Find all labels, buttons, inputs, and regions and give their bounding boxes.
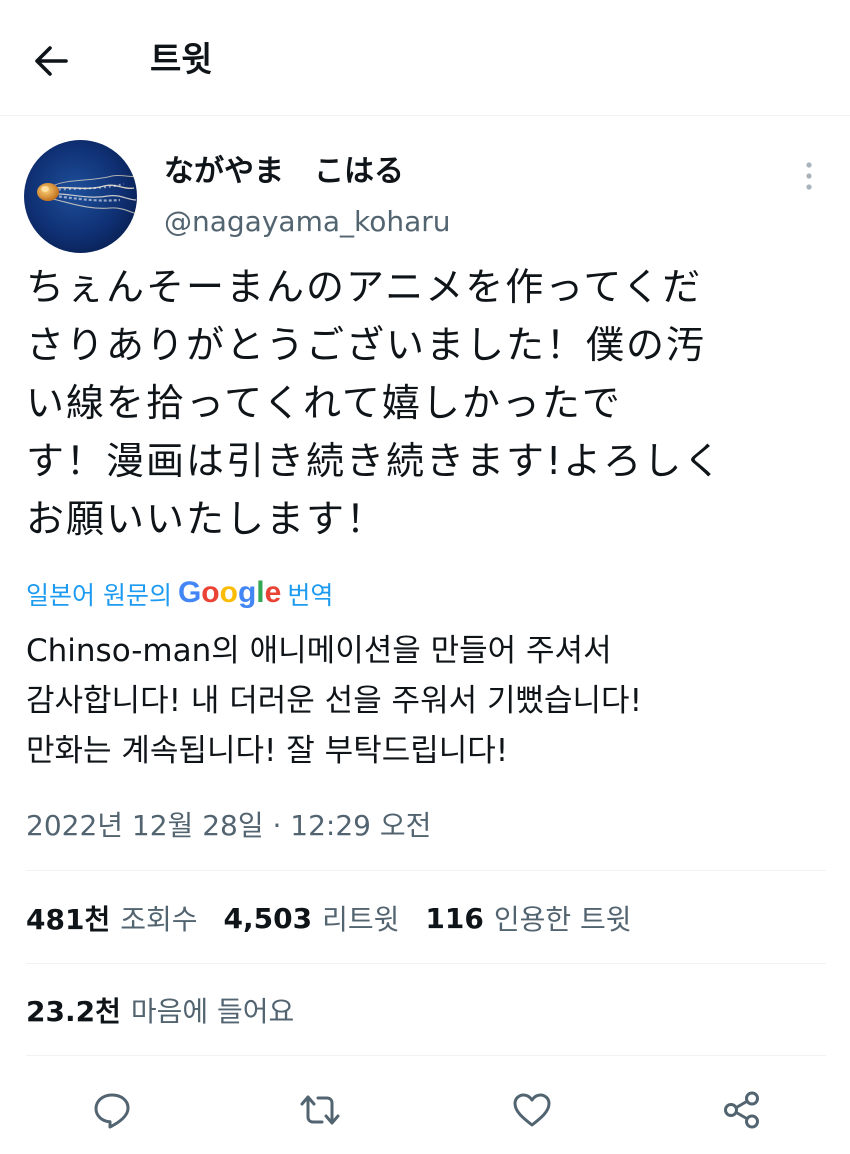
likes-stats: 23.2천 마음에 들어요 — [26, 988, 320, 1032]
engagement-stats: 481천 조회수 4,503 리트윗 116 인용한 트윗 — [26, 896, 658, 940]
translate-suffix: 번역 — [287, 581, 334, 610]
jellyfish-avatar-icon — [24, 140, 137, 253]
retweet-icon — [300, 1095, 340, 1125]
more-options-button[interactable] — [794, 156, 824, 196]
likes-count: 23.2천 — [26, 995, 121, 1028]
likes-label: 마음에 들어요 — [130, 995, 295, 1028]
like-icon — [513, 1093, 551, 1127]
divider — [26, 963, 826, 964]
views-count: 481천 — [26, 903, 111, 936]
google-logo-letter: o — [219, 576, 238, 609]
top-bar: 트윗 — [0, 0, 850, 116]
display-name[interactable]: ながやま こはる — [164, 152, 404, 192]
tweet-line: ちぇんそーまんのアニメを作ってくだ — [26, 265, 703, 309]
translated-line: 감사합니다! 내 더러운 선을 주워서 기뻤습니다! — [26, 683, 643, 719]
tweet-action-bar — [0, 1080, 850, 1140]
like-button[interactable] — [508, 1086, 556, 1134]
translated-line: 만화는 계속됩니다! 잘 부탁드립니다! — [26, 733, 509, 769]
translation-attribution[interactable]: 일본어 원문의 Google 번역 — [26, 574, 333, 614]
back-button[interactable] — [30, 40, 86, 82]
retweets-label: 리트윗 — [322, 903, 400, 936]
retweets-stat[interactable]: 4,503 리트윗 — [224, 898, 400, 938]
retweets-count: 4,503 — [223, 901, 313, 935]
views-stat[interactable]: 481천 조회수 — [26, 898, 198, 938]
views-label: 조회수 — [120, 903, 198, 936]
quotes-count: 116 — [425, 901, 484, 935]
tweet-text: ちぇんそーまんのアニメを作ってくだ さりありがとうございました！僕の汚 い線を拾って… — [26, 258, 816, 548]
reply-button[interactable] — [88, 1086, 136, 1134]
more-vertical-icon — [806, 162, 812, 190]
google-logo-letter: e — [264, 576, 282, 609]
translated-line: Chinso-man의 애니메이션을 만들어 주셔서 — [26, 633, 612, 669]
google-logo-letter: l — [256, 576, 265, 609]
reply-icon — [94, 1093, 130, 1129]
quotes-stat[interactable]: 116 인용한 트윗 — [425, 898, 631, 938]
google-logo-letter: g — [237, 576, 257, 609]
page-title: 트윗 — [150, 40, 213, 80]
likes-stat[interactable]: 23.2천 마음에 들어요 — [26, 990, 294, 1030]
translated-text: Chinso-man의 애니메이션을 만들어 주셔서감사합니다! 내 더러운 선… — [26, 626, 826, 776]
divider — [26, 1055, 826, 1056]
tweet-timestamp[interactable]: 2022년 12월 28일 · 12:29 오전 — [26, 806, 431, 846]
tweet-line: す！漫画は引き続き続きます!よろしく — [26, 439, 724, 483]
google-logo-letter: G — [177, 576, 202, 609]
avatar[interactable] — [24, 140, 137, 253]
translate-prefix: 일본어 원문의 — [26, 581, 172, 610]
tweet-line: お願いいたします！ — [26, 497, 387, 541]
tweet-line: い線を拾ってくれて嬉しかったで — [26, 381, 622, 425]
arrow-left-icon — [35, 46, 68, 76]
share-icon — [724, 1091, 759, 1129]
user-handle[interactable]: @nagayama_koharu — [164, 202, 451, 242]
share-button[interactable] — [718, 1086, 766, 1134]
google-logo-letter: o — [201, 576, 220, 609]
divider — [26, 870, 826, 871]
quotes-label: 인용한 트윗 — [493, 903, 632, 936]
tweet-line: さりありがとうございました！僕の汚 — [26, 323, 707, 367]
google-logo: Google — [178, 576, 281, 610]
retweet-button[interactable] — [296, 1086, 344, 1134]
